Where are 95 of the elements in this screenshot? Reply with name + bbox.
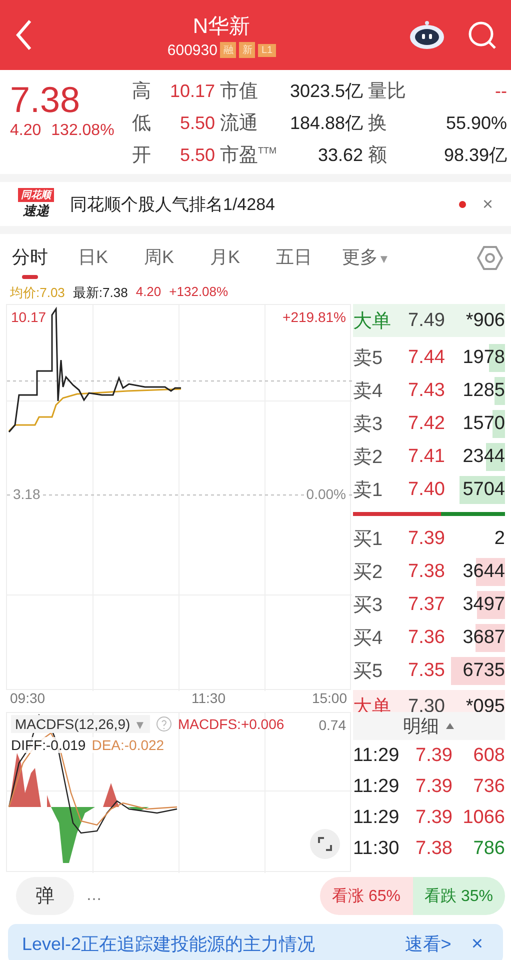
bearish-button[interactable]: 看跌 35% bbox=[412, 877, 505, 915]
stat-value: 184.88亿 bbox=[288, 112, 363, 135]
indicator-selector[interactable]: MACDFS(12,26,9) ▼ bbox=[11, 715, 150, 733]
order-price: 7.38 bbox=[407, 560, 446, 582]
order-label: 卖3 bbox=[353, 412, 384, 436]
stat-label: 高 bbox=[132, 80, 152, 104]
close-button[interactable]: × bbox=[478, 194, 497, 214]
stat-value: 33.62 bbox=[316, 145, 363, 166]
trade-volume: 786 bbox=[472, 838, 505, 860]
order-label: 卖4 bbox=[353, 380, 384, 404]
order-label: 买3 bbox=[353, 594, 384, 618]
trade-time: 11:29 bbox=[353, 806, 400, 828]
stock-tag: 新 bbox=[239, 42, 256, 58]
order-volume: 6735 bbox=[449, 656, 505, 684]
order-label: 卖2 bbox=[353, 446, 384, 470]
order-label: 买1 bbox=[353, 528, 384, 552]
stat-label: 市盈$^{TTM}$ bbox=[220, 144, 278, 168]
trade-time: 11:29 bbox=[353, 744, 400, 766]
high-price-label: 10.17 bbox=[11, 309, 46, 325]
order-price: 7.39 bbox=[407, 528, 446, 550]
stat-value: 55.90% bbox=[444, 113, 507, 134]
trade-price: 7.38 bbox=[414, 838, 454, 860]
stat-label: 量比 bbox=[368, 80, 406, 104]
stat-label: 额 bbox=[368, 144, 388, 168]
order-price: 7.42 bbox=[407, 412, 446, 434]
chart-tab[interactable]: 月K bbox=[210, 237, 276, 279]
chart-tab[interactable]: 日K bbox=[78, 237, 144, 279]
news-logo: 同花顺 速递 bbox=[14, 188, 58, 220]
order-label: 卖5 bbox=[353, 346, 384, 370]
stat-label: 开 bbox=[132, 144, 152, 168]
order-price: 7.44 bbox=[407, 346, 446, 368]
order-price: 7.36 bbox=[407, 626, 446, 648]
current-price: 7.38 bbox=[10, 78, 82, 122]
average-price: 均价:7.03 bbox=[10, 284, 65, 302]
stat-label: 市值 bbox=[220, 80, 259, 104]
order-volume: *906 bbox=[464, 310, 505, 332]
time-label: 11:30 bbox=[192, 690, 226, 708]
price-change: 4.20 bbox=[10, 122, 42, 140]
dea-value: DEA:-0.022 bbox=[92, 737, 164, 753]
time-label: 15:00 bbox=[312, 690, 347, 708]
order-price: 7.49 bbox=[407, 310, 446, 332]
stat-value: 5.50 bbox=[178, 113, 215, 134]
order-label: 买4 bbox=[353, 626, 384, 650]
trade-time: 11:29 bbox=[353, 776, 400, 798]
danmu-button[interactable]: 弹 bbox=[16, 877, 74, 915]
stock-tag: 融 bbox=[220, 42, 236, 58]
chart-tab[interactable]: 更多▼ bbox=[342, 237, 408, 279]
latest-price: 最新:7.38 bbox=[72, 284, 128, 302]
high-percent-label: +219.81% bbox=[282, 309, 346, 325]
diff-value: DIFF:-0.019 bbox=[11, 737, 86, 753]
stat-value: -- bbox=[494, 81, 507, 102]
trade-price: 7.39 bbox=[414, 806, 454, 828]
order-price: 7.41 bbox=[407, 446, 446, 468]
comment-field[interactable]: … bbox=[84, 886, 310, 906]
stat-label: 换 bbox=[368, 112, 388, 136]
trade-volume: 1066 bbox=[462, 806, 505, 828]
price-change-percent: +132.08% bbox=[169, 284, 228, 301]
stat-value: 98.39亿 bbox=[442, 144, 507, 167]
price-change-percent: 132.08% bbox=[51, 122, 114, 140]
trade-price: 7.39 bbox=[414, 776, 454, 798]
stock-title: N华新 bbox=[192, 14, 250, 40]
stock-tag: L1 bbox=[258, 44, 276, 56]
chart-tab[interactable]: 分时 bbox=[12, 237, 78, 279]
bullish-button[interactable]: 看涨 65% bbox=[320, 877, 413, 915]
chart-tab[interactable]: 周K bbox=[144, 237, 210, 279]
base-price-label: 3.18 bbox=[13, 486, 40, 502]
order-label: 买5 bbox=[353, 660, 384, 684]
stat-value: 5.50 bbox=[178, 145, 215, 166]
order-label: 卖1 bbox=[353, 478, 384, 502]
axis-max-label: 0.74 bbox=[318, 717, 346, 733]
close-button[interactable]: × bbox=[465, 932, 489, 956]
base-percent-label: 0.00% bbox=[306, 486, 346, 502]
order-price: 7.35 bbox=[407, 660, 446, 682]
stat-label: 流通 bbox=[220, 112, 259, 136]
banner-text: Level-2正在追踪建投能源的主力情况 bbox=[22, 933, 316, 956]
order-label: 买2 bbox=[353, 560, 384, 584]
news-headline[interactable]: 同花顺个股人气排名1/4284 bbox=[70, 192, 448, 216]
price-change: 4.20 bbox=[136, 284, 162, 301]
stat-value: 10.17 bbox=[168, 81, 215, 102]
chart-tab[interactable]: 五日 bbox=[276, 237, 342, 279]
stat-value: 3023.5亿 bbox=[288, 80, 363, 103]
details-header[interactable]: 明细 bbox=[353, 712, 505, 740]
stat-label: 低 bbox=[132, 112, 152, 136]
trade-volume: 736 bbox=[472, 776, 505, 798]
macd-value: MACDFS:+0.006 bbox=[178, 716, 284, 732]
trade-price: 7.39 bbox=[414, 744, 454, 766]
order-price: 7.37 bbox=[407, 594, 446, 616]
order-label: 大单 bbox=[353, 310, 392, 334]
stock-code: 600930 bbox=[167, 42, 218, 58]
time-label: 09:30 bbox=[10, 690, 46, 708]
order-price: 7.43 bbox=[407, 380, 446, 402]
trade-volume: 608 bbox=[472, 744, 505, 766]
order-price: 7.40 bbox=[407, 478, 446, 500]
trade-time: 11:30 bbox=[353, 838, 400, 860]
banner-link[interactable]: 速看> bbox=[404, 932, 452, 956]
